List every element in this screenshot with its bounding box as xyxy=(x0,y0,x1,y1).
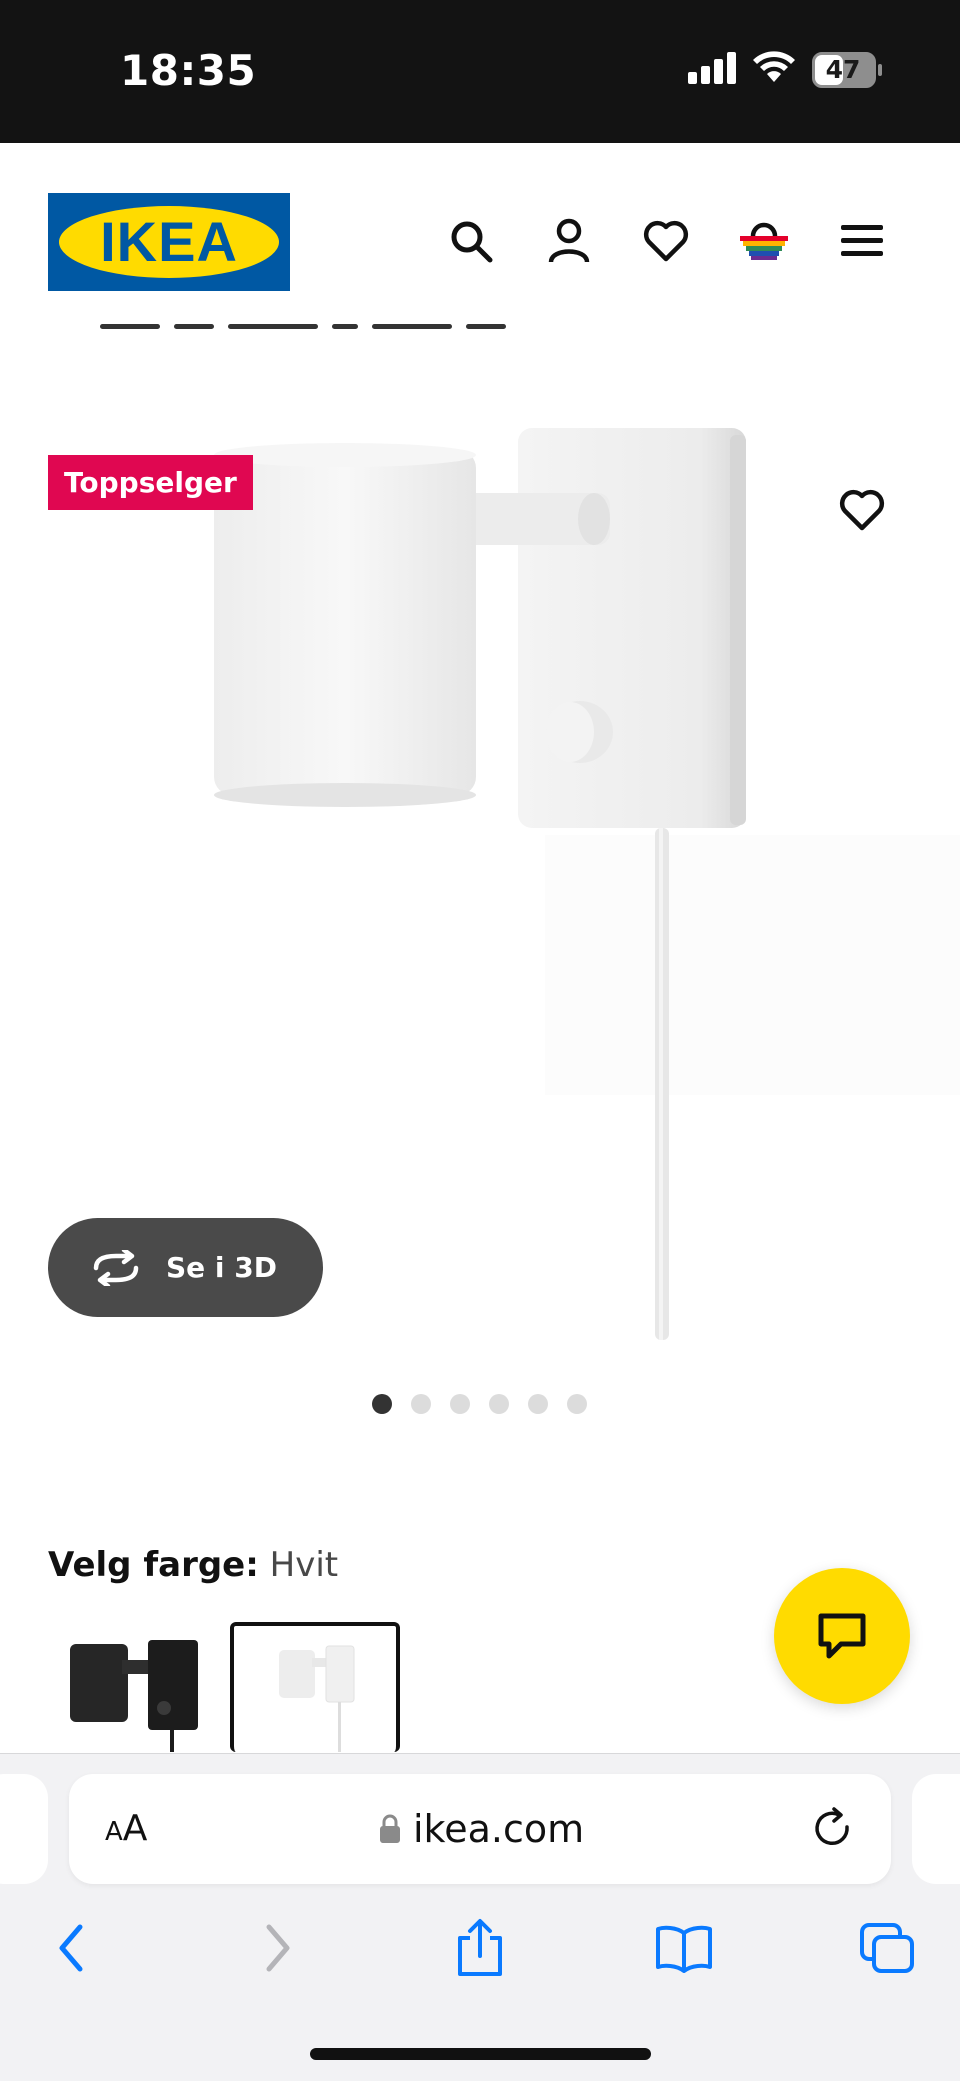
rotate-3d-icon xyxy=(93,1249,139,1286)
ikea-logo[interactable]: IKEA xyxy=(48,193,290,291)
top-seller-badge: Toppselger xyxy=(48,455,253,510)
forward-icon[interactable] xyxy=(243,1913,313,1983)
status-time: 18:35 xyxy=(120,46,257,95)
home-indicator xyxy=(310,2048,651,2060)
back-icon[interactable] xyxy=(36,1913,106,1983)
text-size-small: A xyxy=(105,1817,123,1847)
image-carousel-dots xyxy=(372,1394,587,1414)
white-lamp-thumbnail xyxy=(279,1645,355,1752)
wifi-icon xyxy=(753,51,795,82)
share-icon[interactable] xyxy=(445,1913,515,1983)
account-icon[interactable] xyxy=(539,211,599,271)
chat-button[interactable] xyxy=(774,1568,910,1704)
lock-icon xyxy=(380,1814,400,1843)
carousel-dot[interactable] xyxy=(411,1394,431,1414)
view-3d-label: Se i 3D xyxy=(166,1251,277,1284)
browser-toolbar: AA ikea.com xyxy=(0,1753,960,2081)
basket-icon[interactable] xyxy=(734,211,794,271)
logo-text: IKEA xyxy=(100,210,238,273)
previous-tab-peek[interactable] xyxy=(0,1774,48,1884)
carousel-dot[interactable] xyxy=(372,1394,392,1414)
text-size-button[interactable]: AA xyxy=(105,1774,147,1884)
chat-icon xyxy=(818,1613,866,1659)
text-size-big: A xyxy=(122,1808,148,1849)
color-label-key: Velg farge: xyxy=(48,1545,259,1585)
status-bar: 18:35 47 xyxy=(0,0,960,143)
url-text: ikea.com xyxy=(413,1807,585,1851)
menu-icon[interactable] xyxy=(832,211,892,271)
carousel-dot[interactable] xyxy=(567,1394,587,1414)
swatch-black[interactable] xyxy=(52,1622,222,1752)
address-bar[interactable]: AA ikea.com xyxy=(69,1774,891,1884)
clipped-text-line xyxy=(100,316,620,342)
reload-icon[interactable] xyxy=(809,1805,857,1853)
heart-icon xyxy=(839,489,885,531)
tabs-icon[interactable] xyxy=(852,1913,922,1983)
search-icon[interactable] xyxy=(441,211,501,271)
signal-icon xyxy=(688,52,736,84)
carousel-dot[interactable] xyxy=(528,1394,548,1414)
swatch-white[interactable] xyxy=(230,1622,400,1752)
battery-icon: 47 xyxy=(812,52,884,93)
battery-level: 47 xyxy=(825,55,861,84)
heart-icon[interactable] xyxy=(636,211,696,271)
site-header: IKEA xyxy=(0,143,960,333)
favorite-button[interactable] xyxy=(820,468,904,552)
black-lamp-thumbnail xyxy=(70,1640,198,1752)
view-3d-button[interactable]: Se i 3D xyxy=(48,1218,323,1317)
url-display[interactable]: ikea.com xyxy=(379,1774,584,1884)
color-label-value: Hvit xyxy=(269,1545,339,1585)
carousel-dot[interactable] xyxy=(450,1394,470,1414)
bookmarks-icon[interactable] xyxy=(649,1913,719,1983)
next-tab-peek[interactable] xyxy=(912,1774,960,1884)
carousel-dot[interactable] xyxy=(489,1394,509,1414)
color-selector-label: Velg farge: Hvit xyxy=(48,1545,338,1585)
